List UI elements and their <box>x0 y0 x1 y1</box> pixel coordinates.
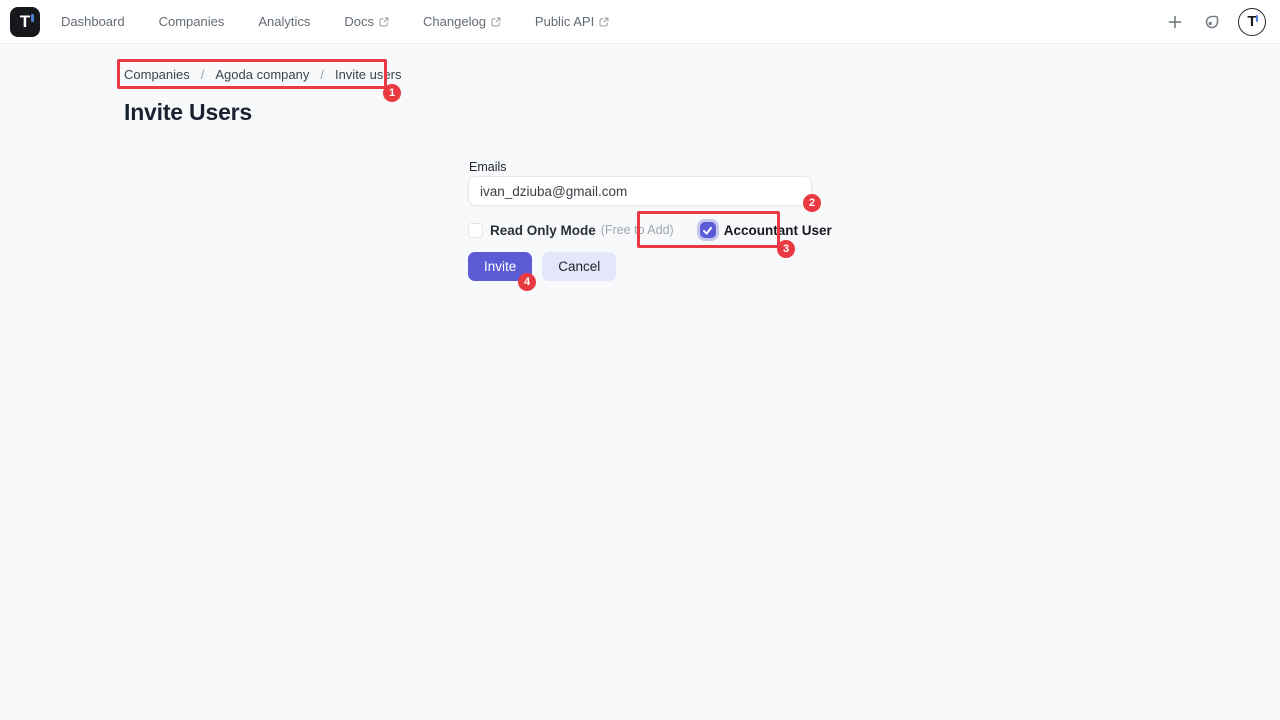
external-link-icon <box>379 17 389 27</box>
announcements-button[interactable] <box>1201 11 1223 33</box>
avatar-logo-accent <box>1256 15 1259 22</box>
nav-item-changelog[interactable]: Changelog <box>423 14 501 29</box>
breadcrumb-separator: / <box>201 67 205 82</box>
breadcrumb-item-companies[interactable]: Companies <box>124 67 190 82</box>
app-window: T Dashboard Companies Analytics Docs <box>0 0 1280 720</box>
checkmark-icon <box>702 225 713 236</box>
read-only-mode-hint: (Free to Add) <box>601 223 674 237</box>
emails-input[interactable] <box>468 176 812 206</box>
read-only-mode-checkbox[interactable] <box>468 223 483 238</box>
app-logo-letter: T <box>20 13 30 30</box>
nav-item-public-api[interactable]: Public API <box>535 14 609 29</box>
emails-label: Emails <box>469 160 507 174</box>
breadcrumb: Companies / Agoda company / Invite users <box>124 67 401 82</box>
topbar-actions: T <box>1164 8 1266 36</box>
annotation-badge-1: 1 <box>383 84 401 102</box>
checkbox-row: Read Only Mode (Free to Add) Accountant … <box>468 214 832 246</box>
main-nav: Dashboard Companies Analytics Docs <box>61 14 609 29</box>
page-title: Invite Users <box>124 99 252 126</box>
nav-item-docs[interactable]: Docs <box>344 14 389 29</box>
nav-item-dashboard[interactable]: Dashboard <box>61 14 125 29</box>
breadcrumb-separator: / <box>320 67 324 82</box>
nav-item-companies[interactable]: Companies <box>159 14 225 29</box>
plus-icon <box>1168 15 1182 29</box>
form-actions: Invite Cancel <box>468 252 616 281</box>
user-avatar[interactable]: T <box>1238 8 1266 36</box>
invite-button[interactable]: Invite <box>468 252 532 281</box>
breadcrumb-item-agoda-company[interactable]: Agoda company <box>215 67 309 82</box>
accountant-user-label[interactable]: Accountant User <box>724 223 832 238</box>
app-logo-accent <box>31 14 34 22</box>
nav-item-analytics[interactable]: Analytics <box>258 14 310 29</box>
breadcrumb-item-invite-users[interactable]: Invite users <box>335 67 401 82</box>
add-button[interactable] <box>1164 11 1186 33</box>
external-link-icon <box>599 17 609 27</box>
announcements-icon <box>1202 12 1222 32</box>
read-only-mode-label[interactable]: Read Only Mode <box>490 223 596 238</box>
app-logo[interactable]: T <box>10 7 40 37</box>
accountant-user-checkbox[interactable] <box>700 222 716 238</box>
cancel-button[interactable]: Cancel <box>542 252 616 281</box>
external-link-icon <box>491 17 501 27</box>
top-navbar: T Dashboard Companies Analytics Docs <box>0 0 1280 44</box>
